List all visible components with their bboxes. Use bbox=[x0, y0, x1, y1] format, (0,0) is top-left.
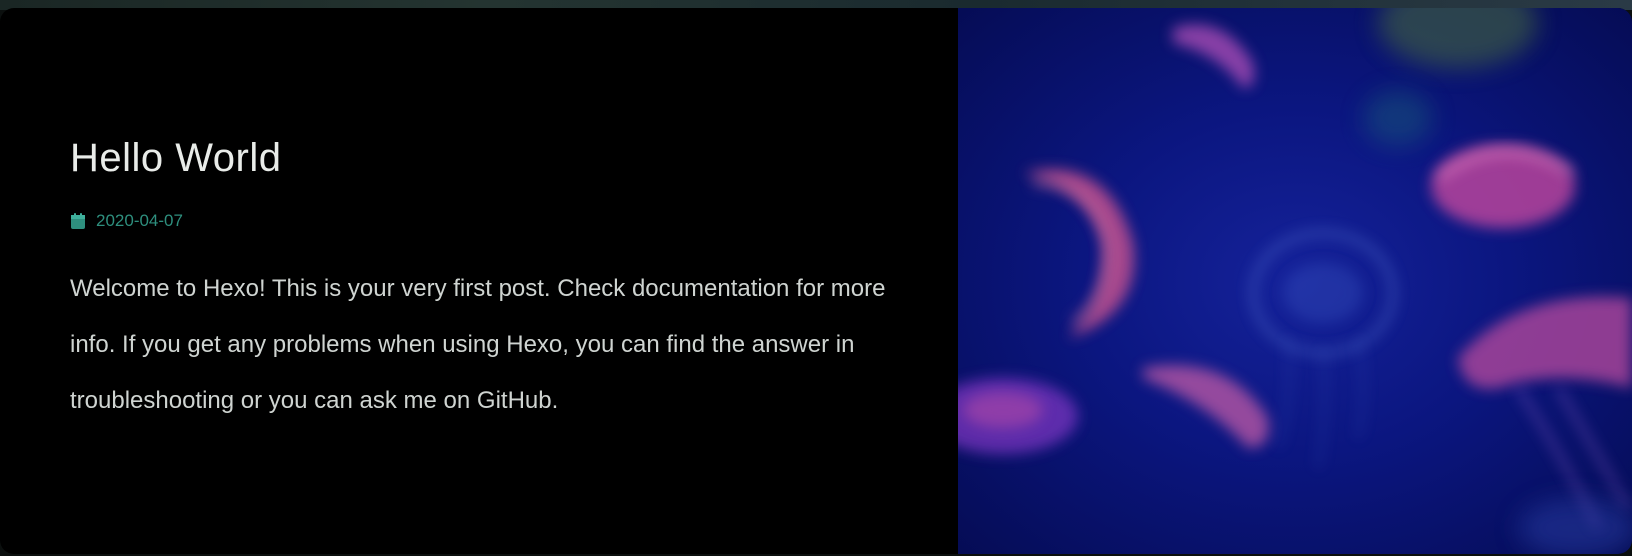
post-feature-image[interactable] bbox=[958, 8, 1632, 554]
post-date: 2020-04-07 bbox=[70, 211, 888, 231]
post-title[interactable]: Hello World bbox=[70, 136, 888, 181]
jellyfish-image bbox=[958, 8, 1632, 554]
calendar-icon bbox=[71, 213, 85, 229]
post-date-text: 2020-04-07 bbox=[96, 211, 183, 230]
post-abstract: Welcome to Hexo! This is your very first… bbox=[70, 275, 886, 414]
post-card[interactable]: Hello World 2020-04-07 Welcome to Hexo! … bbox=[0, 8, 1632, 554]
post-info: Hello World 2020-04-07 Welcome to Hexo! … bbox=[0, 8, 958, 554]
